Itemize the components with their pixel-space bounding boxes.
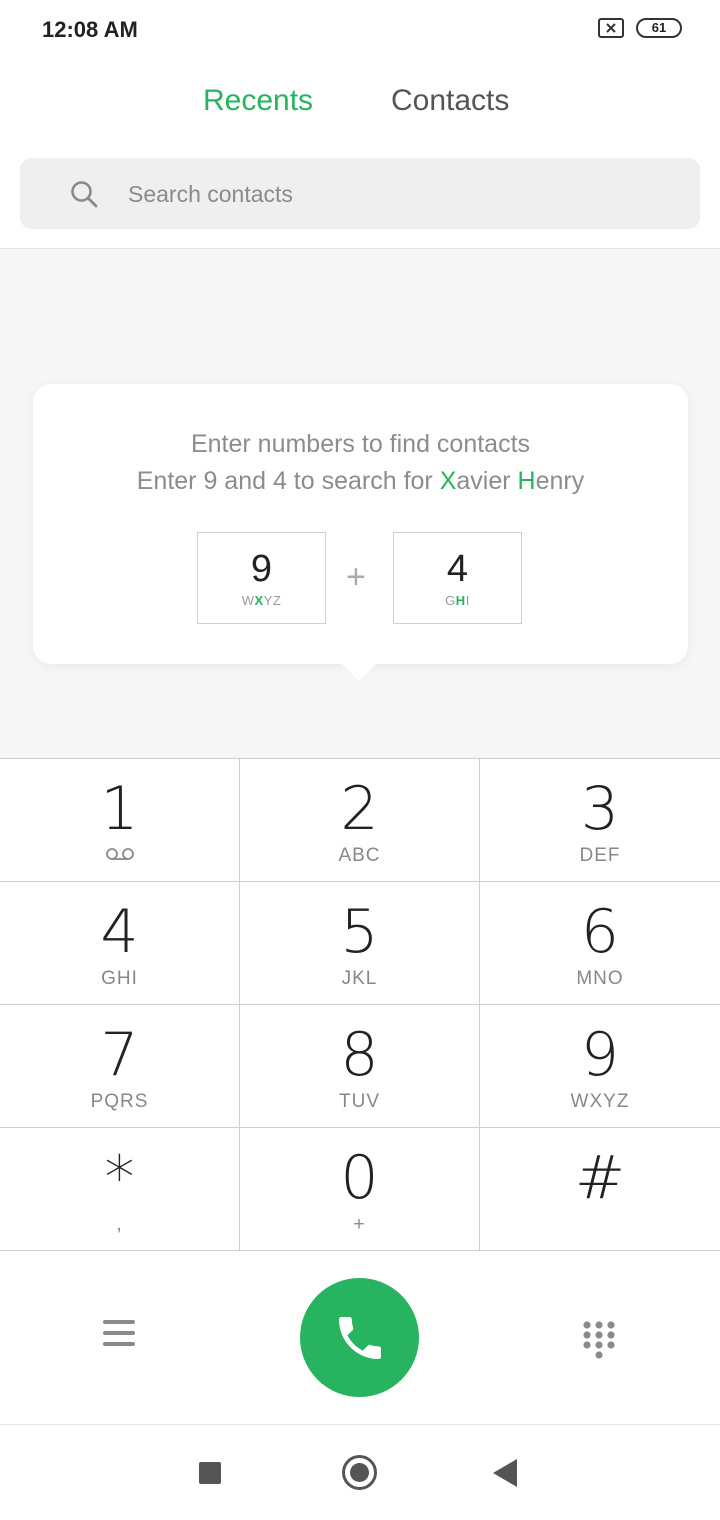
navigation-bar <box>0 1425 720 1520</box>
key-letters: + <box>353 1214 366 1235</box>
hint-key-4: 4 GHI <box>393 532 522 624</box>
key-digit: 1 <box>100 774 139 844</box>
hint-line-2: Enter 9 and 4 to search for Xavier Henry <box>33 467 688 496</box>
key-digit: 2 <box>340 774 379 844</box>
key-letters: , <box>116 1214 123 1235</box>
tab-contacts[interactable]: Contacts <box>391 84 509 118</box>
hint-key-letters: GHI <box>445 593 470 608</box>
dialpad-key-2[interactable]: 2 ABC <box>240 759 480 882</box>
dialpad-key-3[interactable]: 3 DEF <box>480 759 720 882</box>
hint-last-rest: enry <box>535 467 585 495</box>
key-letters: WXYZ <box>570 1091 630 1112</box>
dialpad-key-5[interactable]: 5 JKL <box>240 882 480 1005</box>
key-letters: MNO <box>576 968 624 989</box>
key-letters: ABC <box>338 845 381 866</box>
dialpad-key-star[interactable]: * , <box>0 1128 240 1251</box>
key-letters: JKL <box>341 968 378 989</box>
action-bar <box>0 1252 720 1424</box>
call-button[interactable] <box>300 1278 419 1397</box>
key-digit: 5 <box>340 897 379 967</box>
key-letters: DEF <box>579 845 621 866</box>
tab-recents[interactable]: Recents <box>203 84 313 118</box>
key-digit: 8 <box>340 1020 379 1090</box>
hint-line-2-prefix: Enter 9 and 4 to search for <box>136 467 440 495</box>
status-time: 12:08 AM <box>42 17 138 42</box>
dialpad-key-4[interactable]: 4 GHI <box>0 882 240 1005</box>
key-digit: 0 <box>340 1143 379 1213</box>
recent-apps-button[interactable] <box>199 1462 221 1484</box>
key-digit: # <box>574 1143 626 1213</box>
key-letters: PQRS <box>90 1091 149 1112</box>
dialpad-key-1[interactable]: 1 <box>0 759 240 882</box>
dialpad: 1 2 ABC 3 DEF 4 GHI 5 JKL 6 MNO 7 PQRS 8… <box>0 758 720 1252</box>
status-icons: 61 <box>598 18 682 38</box>
key-digit: 7 <box>100 1020 139 1090</box>
phone-icon <box>339 1317 381 1359</box>
key-digit: 3 <box>580 774 620 844</box>
no-sim-icon <box>598 18 624 38</box>
search-bar[interactable] <box>20 158 700 229</box>
dialpad-key-8[interactable]: 8 TUV <box>240 1005 480 1128</box>
key-letters: TUV <box>339 1091 380 1112</box>
key-digit: * <box>104 1143 135 1213</box>
hint-key-9: 9 WXYZ <box>197 532 326 624</box>
hint-key-digit: 4 <box>446 548 469 590</box>
dialpad-key-hash[interactable]: # <box>480 1128 720 1251</box>
battery-icon: 61 <box>636 18 682 38</box>
hint-plus: + <box>346 558 366 596</box>
dialpad-key-0[interactable]: 0 + <box>240 1128 480 1251</box>
search-icon <box>71 181 98 208</box>
menu-icon[interactable] <box>103 1320 135 1348</box>
hint-first-rest: avier <box>456 467 511 495</box>
hint-last-initial: H <box>517 467 536 495</box>
key-digit: 4 <box>100 897 139 967</box>
key-digit: 6 <box>580 897 620 967</box>
hint-first-initial: X <box>439 467 457 495</box>
hint-key-digit: 9 <box>250 548 273 590</box>
battery-level: 61 <box>651 20 667 35</box>
key-letters: GHI <box>101 968 138 989</box>
voicemail-icon <box>105 848 134 860</box>
dialpad-key-9[interactable]: 9 WXYZ <box>480 1005 720 1128</box>
hint-line-1: Enter numbers to find contacts <box>190 430 531 458</box>
search-hint-card: Enter numbers to find contacts Enter 9 a… <box>33 384 688 681</box>
key-digit: 9 <box>580 1020 620 1090</box>
dialpad-key-6[interactable]: 6 MNO <box>480 882 720 1005</box>
status-bar: 12:08 AM 61 <box>0 0 720 60</box>
back-button[interactable] <box>493 1459 517 1487</box>
home-button[interactable] <box>342 1455 377 1490</box>
dialpad-key-7[interactable]: 7 PQRS <box>0 1005 240 1128</box>
hint-key-letters: WXYZ <box>241 593 282 608</box>
tab-bar: Recents Contacts <box>0 84 720 134</box>
search-input[interactable] <box>128 176 648 212</box>
dialpad-icon[interactable] <box>582 1320 616 1360</box>
